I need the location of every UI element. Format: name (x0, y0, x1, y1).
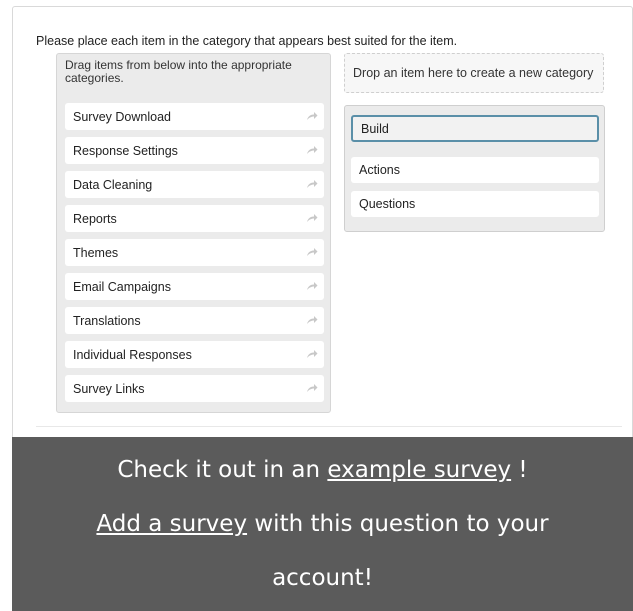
share-arrow-icon (307, 248, 318, 256)
banner-line-1: Check it out in an example survey ! (12, 457, 633, 483)
share-arrow-icon (307, 384, 318, 392)
list-item[interactable]: Individual Responses (65, 341, 324, 368)
list-item[interactable]: Survey Links (65, 375, 324, 402)
new-category-label: Drop an item here to create a new catego… (353, 66, 594, 80)
item-label: Response Settings (73, 143, 178, 158)
category-title-field[interactable]: Build (351, 115, 599, 142)
question-prompt: Please place each item in the category t… (36, 34, 458, 48)
promo-banner: Check it out in an example survey ! Add … (12, 437, 633, 611)
new-category-dropzone[interactable]: Drop an item here to create a new catego… (344, 53, 604, 93)
item-label: Translations (73, 313, 141, 328)
item-label: Themes (73, 245, 119, 260)
category-item[interactable]: Actions (351, 157, 599, 183)
share-arrow-icon (307, 112, 318, 120)
share-arrow-icon (307, 282, 318, 290)
item-label: Actions (359, 163, 400, 177)
share-arrow-icon (307, 180, 318, 188)
item-label: Individual Responses (73, 347, 192, 362)
item-label: Email Campaigns (73, 279, 171, 294)
category-title: Build (361, 121, 389, 136)
list-item[interactable]: Translations (65, 307, 324, 334)
item-label: Data Cleaning (73, 177, 153, 192)
source-item-list: Drag items from below into the appropria… (56, 53, 331, 413)
item-label: Survey Download (73, 109, 171, 124)
banner-line-2: Add a survey with this question to your (12, 511, 633, 537)
banner-text: Check it out in an (117, 457, 328, 483)
list-item[interactable]: Email Campaigns (65, 273, 324, 300)
category-box[interactable]: Build Actions Questions (344, 105, 605, 232)
list-item[interactable]: Response Settings (65, 137, 324, 164)
list-item[interactable]: Reports (65, 205, 324, 232)
banner-line-3: account! (272, 565, 373, 591)
source-hint: Drag items from below into the appropria… (65, 58, 292, 85)
category-item[interactable]: Questions (351, 191, 599, 217)
banner-text: with this question to your (247, 511, 549, 537)
item-label: Reports (73, 211, 117, 226)
item-label: Survey Links (73, 381, 145, 396)
item-label: Questions (359, 197, 416, 211)
example-survey-link[interactable]: example survey (327, 457, 511, 483)
banner-text: ! (511, 457, 528, 483)
list-item[interactable]: Survey Download (65, 103, 324, 130)
share-arrow-icon (307, 350, 318, 358)
list-item[interactable]: Themes (65, 239, 324, 266)
share-arrow-icon (307, 214, 318, 222)
divider (36, 426, 622, 427)
share-arrow-icon (307, 316, 318, 324)
add-survey-link[interactable]: Add a survey (96, 511, 247, 537)
list-item[interactable]: Data Cleaning (65, 171, 324, 198)
share-arrow-icon (307, 146, 318, 154)
